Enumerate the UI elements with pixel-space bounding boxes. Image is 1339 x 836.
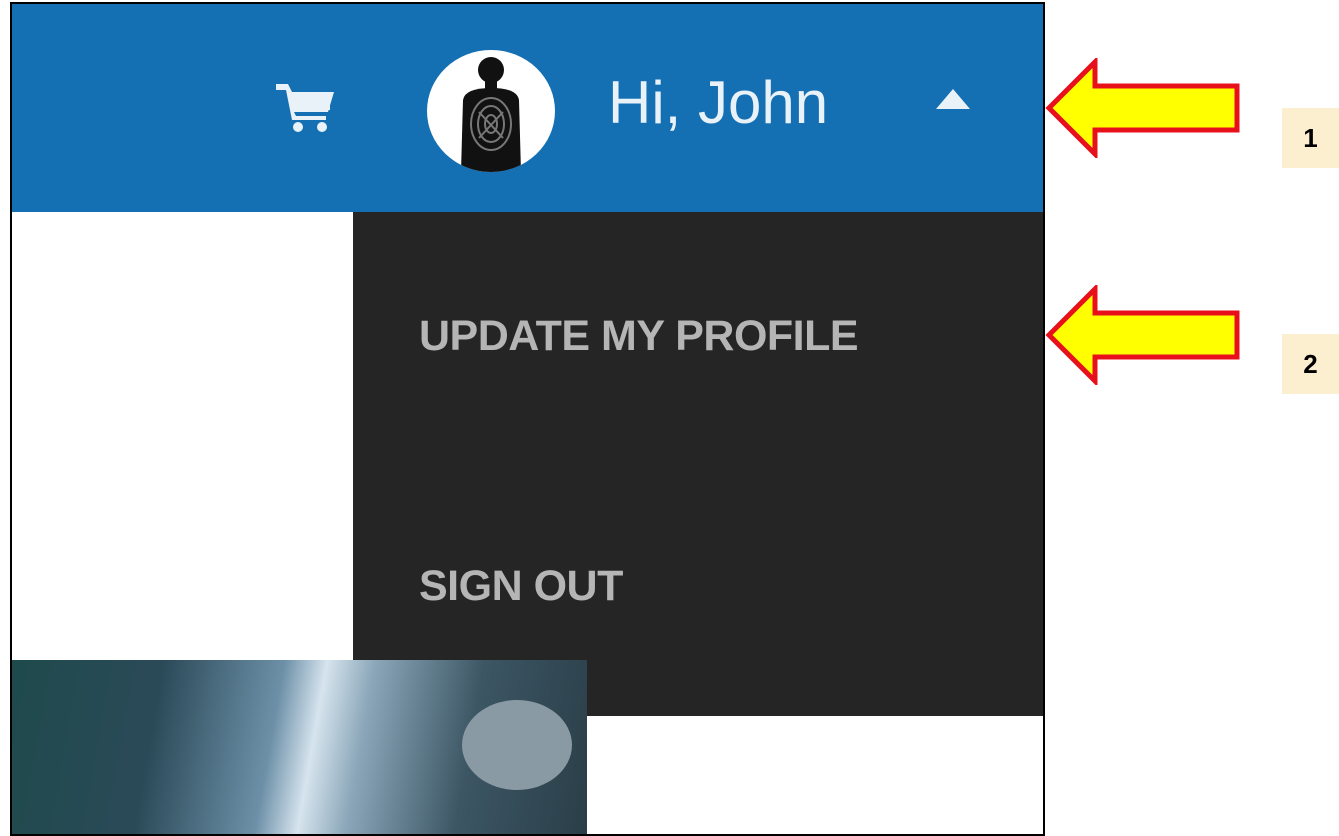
shopping-cart-icon[interactable] — [274, 82, 338, 134]
target-silhouette-icon — [461, 57, 521, 172]
user-dropdown-menu: UPDATE MY PROFILE SIGN OUT — [353, 212, 1043, 716]
user-greeting[interactable]: Hi, John — [608, 68, 828, 138]
top-navigation-bar: Hi, John — [12, 4, 1043, 212]
callout-badge-1: 1 — [1282, 108, 1339, 168]
callout-badge-2: 2 — [1282, 334, 1339, 394]
screenshot-frame: Hi, John UPDATE MY PROFILE SIGN OUT — [10, 2, 1045, 836]
callout-arrow-2 — [1045, 282, 1241, 388]
user-avatar[interactable] — [427, 50, 555, 172]
menu-item-sign-out[interactable]: SIGN OUT — [419, 562, 623, 611]
menu-item-update-profile[interactable]: UPDATE MY PROFILE — [419, 312, 859, 361]
callout-arrow-1 — [1045, 55, 1241, 161]
photo-highlight — [462, 700, 572, 790]
caret-up-icon[interactable] — [934, 87, 972, 111]
background-photo — [12, 660, 587, 834]
